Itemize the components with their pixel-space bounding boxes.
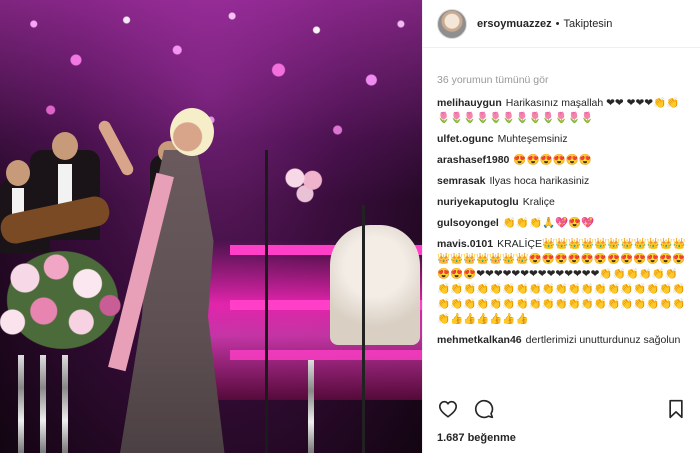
crystal-stand <box>62 355 68 453</box>
crystal-stand <box>40 355 46 453</box>
post-sidebar: ersoymuazzez • Takiptesin 36 yorumun tüm… <box>422 0 700 453</box>
stage-light-strip <box>230 350 422 360</box>
comment-username[interactable]: arashasef1980 <box>437 154 509 166</box>
comment: mavis.0101 KRALİÇE👑👑👑👑👑👑👑👑👑👑👑👑👑👑👑👑👑👑😍😍😍😍😍… <box>437 237 687 327</box>
comment-username[interactable]: semrasak <box>437 175 485 187</box>
comment-username[interactable]: melihauygun <box>437 97 502 109</box>
singer-head <box>170 108 214 156</box>
comment-text: KRALİÇE👑👑👑👑👑👑👑👑👑👑👑👑👑👑👑👑👑👑😍😍😍😍😍😍😍😍😍😍😍😍😍😍😍… <box>437 238 686 325</box>
flower-vase <box>280 160 330 205</box>
comment-text: Muhteşemsiniz <box>497 133 568 145</box>
comment-username[interactable]: mavis.0101 <box>437 238 493 250</box>
comment-username[interactable]: gulsoyongel <box>437 217 499 229</box>
comment: mehmetkalkan46 dertlerimizi unutturdunuz … <box>437 333 687 348</box>
comment: arashasef1980 😍😍😍😍😍😍 <box>437 153 687 168</box>
likes-count[interactable]: 1.687 beğenme <box>437 432 516 444</box>
post-actions <box>423 396 700 422</box>
heart-icon[interactable] <box>437 398 459 420</box>
flower-arrangement <box>0 245 125 355</box>
comment: gulsoyongel 👏👏👏🙏💖😍💖 <box>437 216 687 231</box>
comment-username[interactable]: mehmetkalkan46 <box>437 334 522 346</box>
comment-username[interactable]: nuriyekaputoglu <box>437 196 519 208</box>
comment-text: dertlerimizi unutturdunuz sağolun <box>525 334 681 346</box>
separator: • <box>555 17 560 30</box>
avatar[interactable] <box>437 8 467 39</box>
comments-list: 36 yorumun tümünü gör melihauygun Harikas… <box>423 48 700 388</box>
comment-text: 😍😍😍😍😍😍 <box>513 154 592 166</box>
crystal-stand <box>308 360 314 453</box>
post-username[interactable]: ersoymuazzez <box>477 18 552 30</box>
comment-text: Ilyas hoca harikasiniz <box>489 175 590 187</box>
mic-stand <box>265 150 268 453</box>
comment: semrasak Ilyas hoca harikasiniz <box>437 174 687 189</box>
comment-username[interactable]: ulfet.ogunc <box>437 133 494 145</box>
comment-text: Kraliçe <box>522 196 555 208</box>
comment: melihauygun Harikasınız maşallah ❤❤ ❤❤❤👏👏… <box>437 96 687 126</box>
comment-icon[interactable] <box>473 398 495 420</box>
mic-stand <box>362 205 365 453</box>
stage-chair <box>330 225 420 345</box>
comment-text: 👏👏👏🙏💖😍💖 <box>502 217 595 229</box>
post-photo[interactable] <box>0 0 422 453</box>
crystal-stand <box>18 355 24 453</box>
view-all-comments-link[interactable]: 36 yorumun tümünü gör <box>437 74 687 86</box>
follow-button[interactable]: Takiptesin <box>563 18 612 30</box>
post-header: ersoymuazzez • Takiptesin <box>423 0 700 48</box>
bookmark-icon[interactable] <box>665 398 687 420</box>
comment: nuriyekaputoglu Kraliçe <box>437 195 687 210</box>
comment: ulfet.ogunc Muhteşemsiniz <box>437 132 687 147</box>
